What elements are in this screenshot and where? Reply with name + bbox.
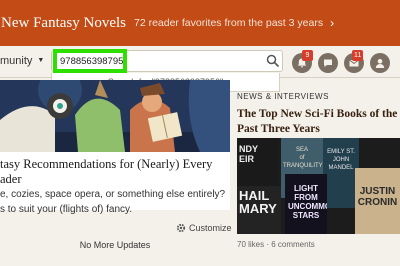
messages-badge: 11: [352, 50, 364, 61]
feature-artwork: [0, 80, 230, 152]
news-article-title[interactable]: The Top New Sci-Fi Books of the Past Thr…: [237, 107, 400, 137]
search-icon[interactable]: [266, 54, 280, 68]
gear-icon: [176, 223, 186, 233]
banner-subtitle: 72 reader favorites from the past 3 year…: [133, 17, 324, 29]
community-label: munity: [0, 55, 33, 67]
book-cover-4: EMILY ST. JOHN MANDEL: [323, 138, 359, 208]
community-menu[interactable]: munity ▼: [0, 55, 44, 67]
news-stats: 70 likes · 6 comments: [237, 240, 315, 249]
feature-illustration[interactable]: [0, 80, 230, 152]
promo-banner[interactable]: New Fantasy Novels 72 reader favorites f…: [0, 0, 400, 46]
chevron-right-icon: ›: [330, 16, 335, 30]
feature-title-line-2: ader: [0, 172, 22, 186]
chat-icon: [324, 59, 332, 67]
news-article-image[interactable]: NDY EIR HAIL MARY SEA of TRANQUILITY EMI…: [237, 138, 400, 234]
customize-label: Customize: [189, 223, 232, 233]
no-more-updates: No More Updates: [79, 240, 151, 250]
book-cover-2: HAIL MARY: [237, 186, 281, 234]
profile-button[interactable]: [370, 53, 390, 73]
banner-title: New Fantasy Novels: [1, 14, 126, 31]
feature-description: e, cozies, space opera, or something els…: [0, 187, 230, 217]
discussions-button[interactable]: [318, 53, 338, 73]
feature-title-line-1: tasy Recommendations for (Nearly) Every: [0, 157, 213, 171]
notifications-badge: 9: [302, 50, 313, 61]
user-icon: [375, 59, 385, 68]
book-cover-5: LIGHT FROM UNCOMMON STARS: [285, 174, 327, 234]
customize-link[interactable]: Customize: [176, 223, 232, 233]
feature-desc-line-1: e, cozies, space opera, or something els…: [0, 189, 226, 200]
search-query-highlight[interactable]: 9788563987956: [53, 49, 127, 73]
news-section-heading[interactable]: NEWS & INTERVIEWS: [237, 92, 329, 101]
feature-desc-line-2: s to suit your (flights of) fancy.: [0, 204, 133, 215]
book-cover-6: JUSTIN CRONIN: [355, 168, 400, 234]
caret-down-icon: ▼: [37, 57, 45, 64]
feature-title[interactable]: tasy Recommendations for (Nearly) Every …: [0, 157, 230, 187]
